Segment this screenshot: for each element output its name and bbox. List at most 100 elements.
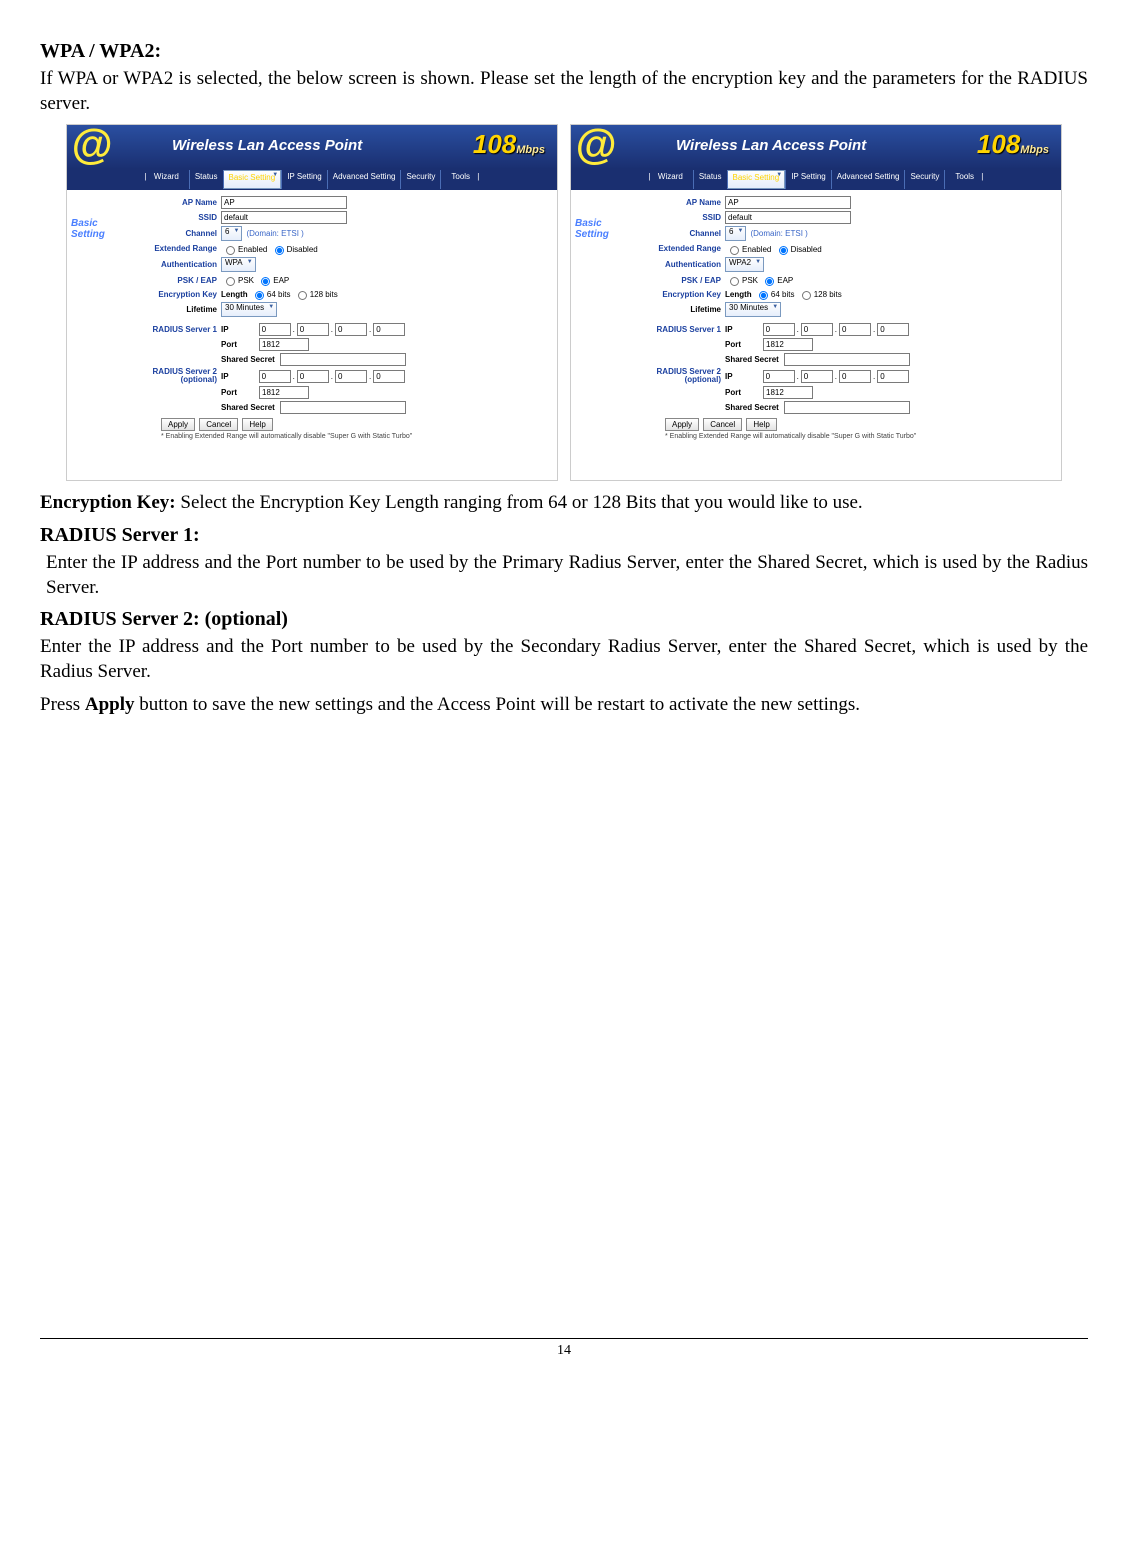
- banner-mbps: 108Mbps: [977, 129, 1049, 160]
- side-label: Basic Setting: [67, 190, 129, 480]
- radio-enabled[interactable]: [226, 246, 235, 255]
- select-auth[interactable]: WPA: [221, 257, 256, 272]
- text-128: 128 bits: [814, 290, 842, 299]
- tab-status[interactable]: Status: [189, 170, 223, 189]
- radio-eap[interactable]: [765, 277, 774, 286]
- domain-text: (Domain: ETSI ): [746, 229, 807, 238]
- radio-disabled[interactable]: [779, 246, 788, 255]
- tab-ip[interactable]: IP Setting: [281, 170, 327, 189]
- heading-wpa: WPA / WPA2:: [40, 40, 1088, 63]
- para-enckey: Encryption Key: Select the Encryption Ke…: [40, 491, 1088, 516]
- select-lifetime[interactable]: 30 Minutes: [221, 302, 277, 317]
- input-ip1b[interactable]: [801, 323, 833, 336]
- banner: @ Wireless Lan Access Point 108Mbps: [67, 125, 557, 169]
- select-lifetime[interactable]: 30 Minutes: [725, 302, 781, 317]
- input-secret2[interactable]: [280, 401, 406, 414]
- tab-basic[interactable]: Basic Setting: [223, 170, 282, 189]
- banner-title: Wireless Lan Access Point: [676, 137, 866, 154]
- label-extrange: Extended Range: [131, 245, 221, 253]
- banner: @ Wireless Lan Access Point 108Mbps: [571, 125, 1061, 169]
- input-ip1c[interactable]: [335, 323, 367, 336]
- text-eap: EAP: [273, 276, 289, 285]
- input-ip1a[interactable]: [259, 323, 291, 336]
- text-ip1: IP: [725, 325, 763, 334]
- select-channel[interactable]: 6: [221, 226, 242, 241]
- tab-ip[interactable]: IP Setting: [785, 170, 831, 189]
- input-port1[interactable]: [763, 338, 813, 351]
- input-ssid[interactable]: [221, 211, 347, 224]
- radio-eap[interactable]: [261, 277, 270, 286]
- input-ip2a[interactable]: [259, 370, 291, 383]
- input-ip2b[interactable]: [801, 370, 833, 383]
- input-ip1b[interactable]: [297, 323, 329, 336]
- label-apname: AP Name: [131, 198, 221, 207]
- input-ip1d[interactable]: [877, 323, 909, 336]
- tab-status[interactable]: Status: [693, 170, 727, 189]
- radio-psk[interactable]: [226, 277, 235, 286]
- radio-128[interactable]: [298, 291, 307, 300]
- help-button[interactable]: Help: [746, 418, 776, 431]
- radio-64[interactable]: [255, 291, 264, 300]
- para-radius2: Enter the IP address and the Port number…: [40, 635, 1088, 684]
- radio-psk[interactable]: [730, 277, 739, 286]
- heading-radius2: RADIUS Server 2: (optional): [40, 608, 1088, 631]
- input-ip2a[interactable]: [763, 370, 795, 383]
- input-ip2c[interactable]: [839, 370, 871, 383]
- input-ip2c[interactable]: [335, 370, 367, 383]
- nav-tabs: | Wizard Status Basic Setting IP Setting…: [571, 169, 1061, 190]
- footnote: * Enabling Extended Range will automatic…: [665, 433, 1045, 440]
- text-secret2: Shared Secret: [221, 403, 280, 412]
- apply-button[interactable]: Apply: [161, 418, 195, 431]
- radio-64[interactable]: [759, 291, 768, 300]
- select-channel[interactable]: 6: [725, 226, 746, 241]
- banner-title: Wireless Lan Access Point: [172, 137, 362, 154]
- label-rs1: RADIUS Server 1: [635, 325, 725, 334]
- radio-enabled[interactable]: [730, 246, 739, 255]
- input-port1[interactable]: [259, 338, 309, 351]
- tab-security[interactable]: Security: [904, 170, 944, 189]
- tab-basic[interactable]: Basic Setting: [727, 170, 786, 189]
- tab-security[interactable]: Security: [400, 170, 440, 189]
- apply-button[interactable]: Apply: [665, 418, 699, 431]
- label-channel: Channel: [131, 229, 221, 238]
- input-secret1[interactable]: [784, 353, 910, 366]
- text-ip1: IP: [221, 325, 259, 334]
- input-ip1c[interactable]: [839, 323, 871, 336]
- at-icon: @: [575, 125, 616, 169]
- select-auth[interactable]: WPA2: [725, 257, 764, 272]
- text-64: 64 bits: [267, 290, 291, 299]
- input-apname[interactable]: [221, 196, 347, 209]
- input-port2[interactable]: [763, 386, 813, 399]
- cancel-button[interactable]: Cancel: [199, 418, 238, 431]
- tab-advanced[interactable]: Advanced Setting: [327, 170, 401, 189]
- screenshot-wpa: @ Wireless Lan Access Point 108Mbps | Wi…: [66, 124, 558, 481]
- footnote: * Enabling Extended Range will automatic…: [161, 433, 541, 440]
- input-ip2d[interactable]: [373, 370, 405, 383]
- text-port2: Port: [725, 388, 763, 397]
- screenshot-wpa2: @ Wireless Lan Access Point 108Mbps | Wi…: [570, 124, 1062, 481]
- text-length: Length: [725, 290, 752, 299]
- input-port2[interactable]: [259, 386, 309, 399]
- tab-wizard[interactable]: | Wizard: [140, 170, 189, 189]
- input-apname[interactable]: [725, 196, 851, 209]
- input-ip1a[interactable]: [763, 323, 795, 336]
- help-button[interactable]: Help: [242, 418, 272, 431]
- input-ip2d[interactable]: [877, 370, 909, 383]
- tab-tools[interactable]: Tools |: [944, 170, 988, 189]
- tab-tools[interactable]: Tools |: [440, 170, 484, 189]
- input-ip2b[interactable]: [297, 370, 329, 383]
- input-secret1[interactable]: [280, 353, 406, 366]
- page-number: 14: [557, 1343, 571, 1358]
- cancel-button[interactable]: Cancel: [703, 418, 742, 431]
- label-enckey: Encryption Key: [131, 290, 221, 299]
- input-ssid[interactable]: [725, 211, 851, 224]
- label-auth: Authentication: [131, 260, 221, 269]
- nav-tabs: | Wizard Status Basic Setting IP Setting…: [67, 169, 557, 190]
- input-secret2[interactable]: [784, 401, 910, 414]
- tab-wizard[interactable]: | Wizard: [644, 170, 693, 189]
- text-port1: Port: [221, 340, 259, 349]
- input-ip1d[interactable]: [373, 323, 405, 336]
- radio-disabled[interactable]: [275, 246, 284, 255]
- radio-128[interactable]: [802, 291, 811, 300]
- tab-advanced[interactable]: Advanced Setting: [831, 170, 905, 189]
